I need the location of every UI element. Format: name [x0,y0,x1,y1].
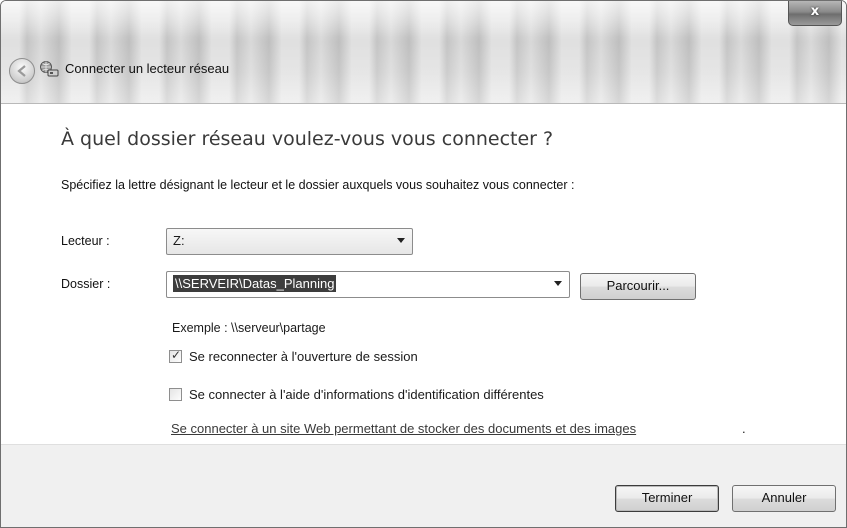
chevron-down-icon[interactable] [554,281,562,286]
window-title: Connecter un lecteur réseau [65,61,230,76]
drive-value: Z: [173,233,185,248]
browse-button[interactable]: Parcourir... [580,273,696,300]
close-icon: x [810,4,820,19]
page-title: À quel dossier réseau voulez-vous vous c… [61,128,554,150]
drive-select[interactable]: Z: [166,228,413,255]
finish-button[interactable]: Terminer [615,485,719,512]
folder-label: Dossier : [61,277,111,291]
checkmark-icon: ✓ [171,348,182,362]
dialog-footer: Terminer Annuler [1,444,846,527]
folder-value[interactable]: \\SERVEIR\Datas_Planning [173,275,337,292]
other-credentials-label[interactable]: Se connecter à l'aide d'informations d'i… [189,387,544,402]
drive-label: Lecteur : [61,234,110,248]
map-network-drive-dialog: x Connecter un lecteur réseau À quel dos… [0,0,847,528]
reconnect-checkbox[interactable]: ✓ [169,348,182,363]
back-button[interactable] [9,58,35,84]
network-drive-icon [40,61,59,77]
cancel-button[interactable]: Annuler [732,485,836,512]
back-arrow-icon [17,65,26,77]
reconnect-label[interactable]: Se reconnecter à l'ouverture de session [189,349,418,364]
dialog-content: À quel dossier réseau voulez-vous vous c… [1,104,846,444]
website-link[interactable]: Se connecter à un site Web permettant de… [171,421,636,436]
other-credentials-checkbox[interactable] [169,388,182,401]
title-bar: x Connecter un lecteur réseau [1,1,846,104]
instruction-text: Spécifiez la lettre désignant le lecteur… [61,178,575,192]
folder-input[interactable]: \\SERVEIR\Datas_Planning [166,271,570,298]
link-period: . [742,421,746,436]
chevron-down-icon[interactable] [397,238,405,243]
example-text: Exemple : \\serveur\partage [172,321,326,335]
close-button[interactable]: x [788,1,842,26]
